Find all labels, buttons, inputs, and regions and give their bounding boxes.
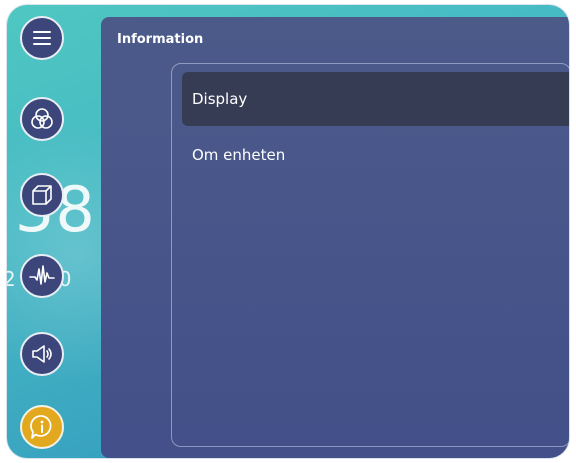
settings-panel: Information Display Om enheten	[101, 17, 569, 458]
color-settings-button[interactable]	[20, 97, 64, 141]
panel-title: Information	[117, 32, 204, 47]
screen: :38 2 20 Information Display Om enheten	[7, 5, 569, 458]
display-3d-button[interactable]	[20, 173, 64, 217]
waveform-icon	[29, 265, 55, 285]
cube-icon	[32, 185, 52, 205]
menu-item-om-enheten[interactable]: Om enheten	[182, 128, 569, 182]
sound-button[interactable]	[20, 332, 64, 376]
menu-item-display[interactable]: Display	[182, 72, 569, 126]
hamburger-icon	[33, 31, 51, 45]
menu-item-label: Om enheten	[192, 146, 286, 164]
menu-item-label: Display	[192, 90, 248, 108]
audio-wave-button[interactable]	[20, 254, 64, 298]
speaker-icon	[32, 345, 52, 363]
menu-button[interactable]	[20, 16, 64, 60]
information-button[interactable]	[20, 405, 64, 449]
color-circles-icon	[31, 108, 53, 129]
info-icon	[30, 415, 52, 439]
menu-list: Display Om enheten	[171, 63, 569, 447]
